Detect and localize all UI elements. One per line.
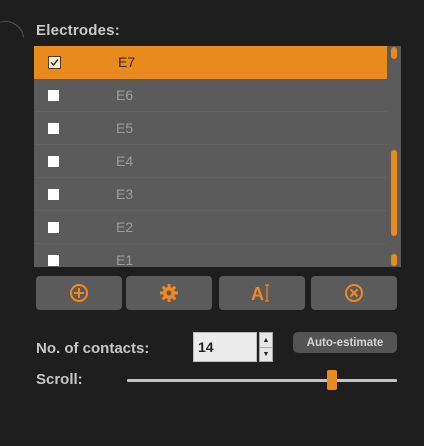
contacts-input[interactable] xyxy=(198,337,248,357)
contacts-label: No. of contacts: xyxy=(36,340,150,357)
checkbox[interactable] xyxy=(48,188,59,200)
checkbox[interactable] xyxy=(48,254,59,266)
electrode-list-item[interactable]: E5 xyxy=(34,112,387,145)
stepper-up-icon[interactable]: ▲ xyxy=(260,333,272,348)
scroll-slider-thumb[interactable] xyxy=(327,370,338,390)
panel-edge-decoration xyxy=(0,18,25,41)
rename-electrode-button[interactable]: A xyxy=(219,276,305,310)
electrode-label: E1 xyxy=(116,252,134,267)
electrode-settings-button[interactable] xyxy=(126,276,212,310)
electrode-list-item[interactable]: E3 xyxy=(34,178,387,211)
electrode-list-item[interactable]: E6 xyxy=(34,79,387,112)
close-circle-icon xyxy=(345,284,363,302)
electrode-list-item[interactable]: E7 xyxy=(34,46,387,79)
checkbox[interactable] xyxy=(48,221,59,233)
electrode-panel: Electrodes: E7 E6 E5 E4 E3 E2 E1 A No. o… xyxy=(0,0,424,446)
text-cursor-icon: A xyxy=(251,284,269,304)
scroll-slider-track[interactable] xyxy=(127,379,397,382)
plus-circle-icon xyxy=(70,284,88,302)
scrollbar-thumb[interactable] xyxy=(391,150,397,236)
checkbox[interactable] xyxy=(48,155,59,167)
scroll-label: Scroll: xyxy=(36,371,83,388)
remove-electrode-button[interactable] xyxy=(311,276,397,310)
contacts-field[interactable] xyxy=(193,332,257,362)
svg-text:A: A xyxy=(251,284,264,304)
electrodes-title: Electrodes: xyxy=(36,22,120,39)
electrode-list-items: E7 E6 E5 E4 E3 E2 E1 xyxy=(34,46,387,267)
stepper-down-icon[interactable]: ▼ xyxy=(260,347,272,361)
electrode-list[interactable]: E7 E6 E5 E4 E3 E2 E1 xyxy=(34,46,401,267)
electrode-label: E7 xyxy=(118,54,136,70)
checkbox[interactable] xyxy=(48,122,59,134)
scroll-up-arrow-icon[interactable] xyxy=(391,47,397,59)
electrode-label: E5 xyxy=(116,120,134,136)
electrode-list-item[interactable]: E1 xyxy=(34,244,387,267)
gear-icon xyxy=(160,284,178,302)
electrode-list-item[interactable]: E2 xyxy=(34,211,387,244)
checkmark-icon xyxy=(50,58,59,66)
auto-estimate-button[interactable]: Auto-estimate xyxy=(293,332,397,353)
electrode-label: E2 xyxy=(116,219,134,235)
contacts-stepper[interactable]: ▲ ▼ xyxy=(259,332,273,362)
checkbox-checked[interactable] xyxy=(48,55,61,69)
electrode-list-scrollbar[interactable] xyxy=(387,46,401,267)
electrode-list-item[interactable]: E4 xyxy=(34,145,387,178)
add-electrode-button[interactable] xyxy=(36,276,122,310)
scroll-down-arrow-icon[interactable] xyxy=(391,254,397,266)
electrode-label: E6 xyxy=(116,87,134,103)
electrode-label: E3 xyxy=(116,186,134,202)
electrode-label: E4 xyxy=(116,153,134,169)
checkbox[interactable] xyxy=(48,89,59,101)
